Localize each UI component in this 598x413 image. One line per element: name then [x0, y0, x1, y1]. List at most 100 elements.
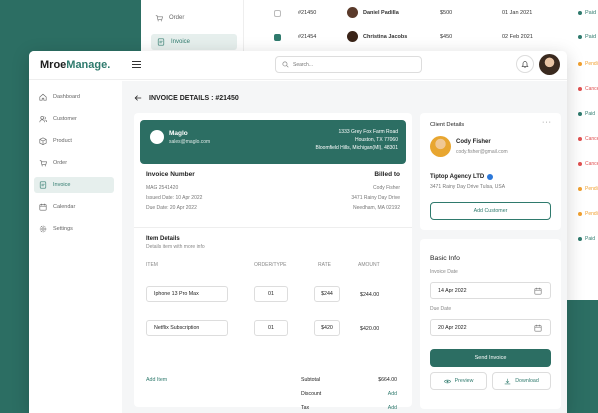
- sidebar-item-label: Product: [53, 138, 72, 144]
- sidebar-item-settings[interactable]: Settings: [34, 221, 114, 237]
- basic-info-heading: Basic Info: [430, 255, 460, 262]
- notification-button[interactable]: [516, 55, 534, 73]
- item-name-input[interactable]: Iphone 13 Pro Max: [146, 286, 228, 302]
- status-badge: Paid: [578, 236, 595, 242]
- basic-info-card: Basic Info Invoice Date 14 Apr 2022 Due …: [420, 239, 561, 409]
- row-date: 02 Feb 2021: [502, 34, 533, 40]
- main-window: MroeManage. Dashboard Customer Product Orde…: [29, 51, 567, 413]
- status-badge: Cance: [578, 136, 598, 142]
- calendar-icon[interactable]: [534, 324, 542, 332]
- issued-date: Issued Date: 10 Apr 2022: [146, 195, 203, 201]
- bg-sidebar-item-invoice[interactable]: Invoice: [151, 34, 237, 50]
- calendar-icon: [39, 203, 47, 211]
- agency-address: 3471 Rainy Day Drive Tulsa, USA: [430, 184, 506, 190]
- item-qty-input[interactable]: 01: [254, 320, 288, 336]
- cart-icon: [155, 15, 163, 22]
- download-button[interactable]: Download: [492, 372, 551, 390]
- send-invoice-button[interactable]: Send Invoice: [430, 349, 551, 367]
- status-badge: Paid: [578, 34, 596, 40]
- sidebar-item-customer[interactable]: Customer: [34, 111, 114, 127]
- sidebar-item-dashboard[interactable]: Dashboard: [34, 89, 114, 105]
- bg-table-row[interactable]: #21450 Daniel Padilla $500 01 Jan 2021 P…: [250, 4, 598, 24]
- app-logo: MroeManage.: [40, 59, 111, 71]
- verified-icon: [487, 174, 494, 180]
- add-discount-link[interactable]: Add: [388, 391, 397, 397]
- client-details-heading: Client Details: [430, 122, 465, 128]
- row-checkbox[interactable]: [274, 10, 281, 17]
- item-name-input[interactable]: Netflix Subscription: [146, 320, 228, 336]
- row-id: #21454: [298, 34, 317, 40]
- invoice-number: MAG 2541420: [146, 185, 179, 191]
- due-date: Due Date: 20 Apr 2022: [146, 205, 197, 211]
- more-options-icon[interactable]: ···: [542, 119, 552, 126]
- client-avatar: [430, 136, 451, 157]
- sidebar-item-label: Settings: [53, 226, 73, 232]
- search-box[interactable]: [275, 56, 422, 73]
- column-header-rate: RATE: [318, 262, 331, 268]
- add-tax-link[interactable]: Add: [388, 405, 397, 411]
- preview-button[interactable]: Preview: [430, 372, 487, 390]
- sidebar-item-label: Order: [53, 160, 68, 166]
- sidebar-item-invoice[interactable]: Invoice: [34, 177, 114, 193]
- due-date-field[interactable]: 20 Apr 2022: [430, 319, 551, 336]
- add-item-link[interactable]: Add Item: [146, 377, 167, 383]
- status-badge: Cance: [578, 86, 598, 92]
- company-name: Maglo: [169, 130, 188, 137]
- bg-table-row[interactable]: #21454 Christina Jacobs $450 02 Feb 2021…: [250, 28, 598, 48]
- item-amount: $244.00: [360, 292, 380, 298]
- row-date: 01 Jan 2021: [502, 10, 533, 16]
- back-arrow-icon[interactable]: [134, 94, 142, 102]
- item-rate-input[interactable]: $420: [314, 320, 340, 336]
- search-input[interactable]: [293, 61, 413, 68]
- row-name: Daniel Padilla: [363, 10, 399, 16]
- row-checkbox[interactable]: [274, 34, 281, 41]
- search-icon: [282, 61, 289, 68]
- sidebar-item-label: Invoice: [53, 182, 71, 188]
- bg-sidebar-item-order[interactable]: Order: [155, 14, 184, 22]
- main-content: INVOICE DETAILS : #21450 Maglo sales@mag…: [122, 81, 567, 413]
- bg-sidebar-label: Order: [169, 15, 185, 21]
- client-name: Cody Fisher: [456, 139, 491, 145]
- client-details-card: Client Details ··· Cody Fisher cody.fish…: [420, 113, 561, 230]
- billed-address-line: Needham, MA 02192: [353, 205, 400, 211]
- sidebar-item-calendar[interactable]: Calendar: [34, 199, 114, 215]
- download-icon: [504, 378, 511, 384]
- eye-icon: [443, 379, 451, 383]
- column-header-item: ITEM: [146, 262, 158, 268]
- status-badge: Pendi: [578, 186, 598, 192]
- add-customer-button[interactable]: Add Customer: [430, 202, 551, 220]
- company-address: 1333 Grey Fox Farm Road Houston, TX 7706…: [315, 129, 398, 151]
- sidebar-item-label: Calendar: [53, 204, 76, 210]
- item-rate-input[interactable]: $244: [314, 286, 340, 302]
- box-icon: [39, 137, 47, 145]
- invoice-icon: [39, 181, 47, 189]
- column-header-order-type: ORDER/TYPE: [254, 262, 287, 268]
- item-qty-input[interactable]: 01: [254, 286, 288, 302]
- status-badge: Pendi: [578, 211, 598, 217]
- row-amount: $500: [440, 10, 453, 16]
- agency-name: Tiptop Agency LTD: [430, 174, 494, 180]
- users-icon: [39, 116, 47, 123]
- sidebar-item-order[interactable]: Order: [34, 155, 114, 171]
- hamburger-menu-icon[interactable]: [132, 61, 141, 68]
- item-details-title: Item Details: [146, 236, 180, 242]
- user-avatar[interactable]: [539, 54, 560, 75]
- column-header-amount: AMOUNT: [358, 262, 380, 268]
- page-title: INVOICE DETAILS : #21450: [134, 94, 239, 102]
- invoice-date-field[interactable]: 14 Apr 2022: [430, 282, 551, 299]
- billed-to-label: Billed to: [374, 171, 400, 178]
- row-amount: $450: [440, 34, 453, 40]
- gear-icon: [39, 225, 47, 233]
- status-badge: Paid: [578, 10, 596, 16]
- status-badge: Pendi: [578, 61, 598, 67]
- billed-name: Cody Fisher: [373, 185, 400, 191]
- divider: [134, 227, 412, 228]
- status-badge: Paid: [578, 111, 595, 117]
- calendar-icon[interactable]: [534, 287, 542, 295]
- sidebar-item-label: Customer: [53, 116, 77, 122]
- sidebar-item-product[interactable]: Product: [34, 133, 114, 149]
- home-icon: [39, 93, 47, 101]
- discount-label: Discount: [301, 391, 322, 397]
- tax-label: Tax: [301, 405, 310, 411]
- status-badge: Cance: [578, 161, 598, 167]
